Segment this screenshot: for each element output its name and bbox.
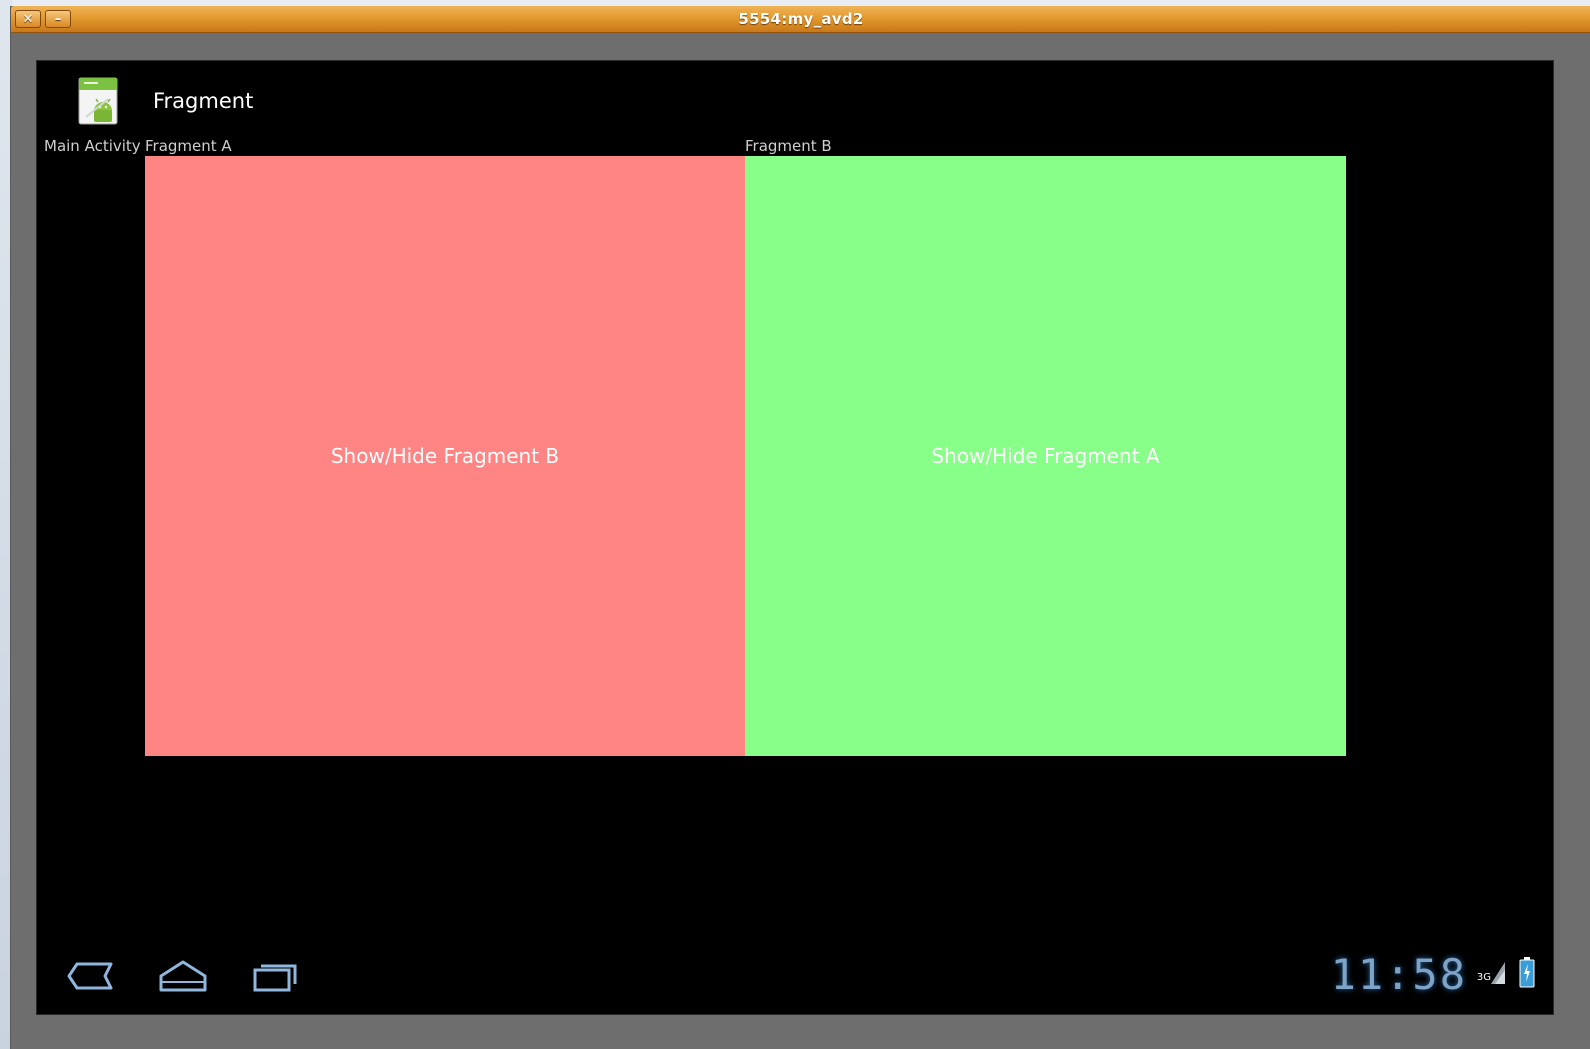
back-icon[interactable] [63, 956, 115, 996]
app-title: Fragment [153, 89, 254, 113]
window-title: 5554:my_avd2 [738, 10, 864, 28]
device-screen: Fragment Main Activity Fragment A Fragme… [36, 60, 1554, 1015]
fragment-b-button-text: Show/Hide Fragment A [931, 444, 1160, 468]
fragment-b-toggle-button[interactable]: Show/Hide Fragment A [745, 156, 1346, 756]
status-clock: 11:58 [1330, 950, 1467, 999]
signal-icon [1491, 962, 1505, 984]
action-bar: Fragment [37, 61, 1553, 137]
recent-apps-icon[interactable] [249, 956, 301, 996]
fragment-a-button-text: Show/Hide Fragment B [330, 444, 560, 468]
battery-icon [1519, 957, 1535, 988]
fragment-a-label: Fragment A [145, 137, 232, 155]
home-icon[interactable] [157, 956, 209, 996]
fragment-b-label: Fragment B [745, 137, 832, 155]
main-activity-label: Main Activity [44, 137, 141, 155]
android-app-icon[interactable] [78, 77, 118, 125]
system-bar: 11:58 3G [37, 942, 1553, 1014]
fragment-a-toggle-button[interactable]: Show/Hide Fragment B [145, 156, 745, 756]
window-titlebar[interactable]: ✕ – 5554:my_avd2 [11, 6, 1590, 33]
